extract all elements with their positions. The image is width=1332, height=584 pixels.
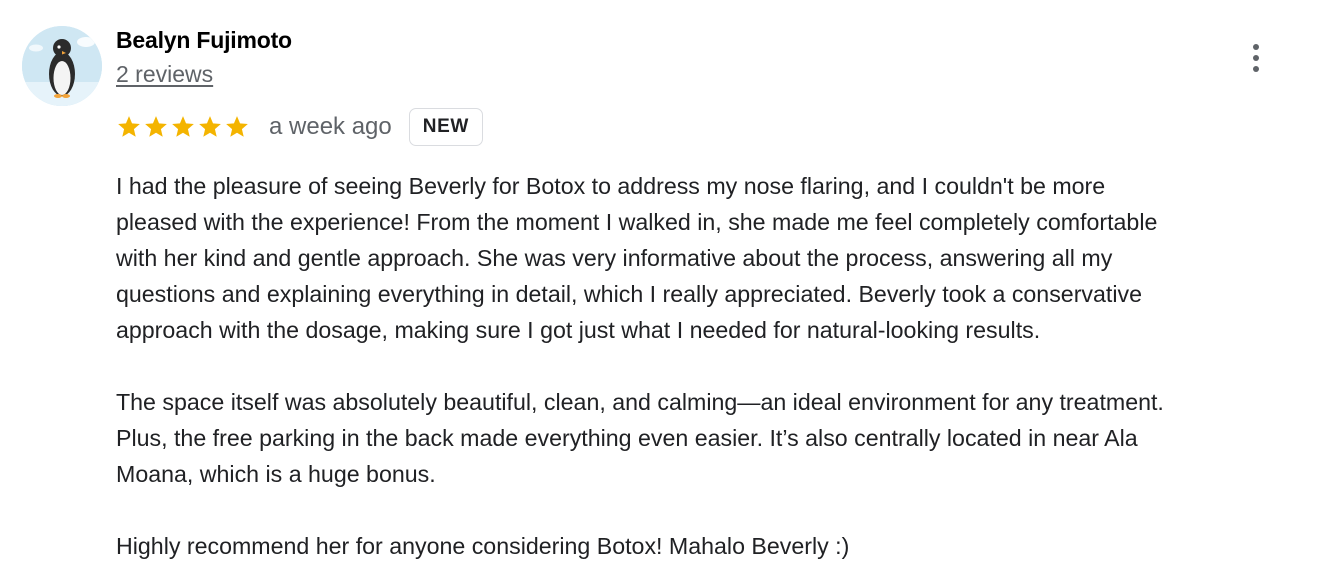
new-badge: NEW (408, 108, 483, 146)
reviewer-name[interactable]: Bealyn Fujimoto (116, 27, 292, 54)
reviewer-avatar[interactable] (22, 26, 102, 106)
star-rating (116, 114, 250, 140)
review-text: I had the pleasure of seeing Beverly for… (116, 168, 1316, 564)
review-date: a week ago (269, 113, 392, 140)
star-icon (118, 116, 140, 137)
rating-row: a week ago NEW (116, 106, 483, 148)
review-paragraph: Highly recommend her for anyone consider… (116, 533, 850, 559)
more-vert-icon (1253, 44, 1259, 50)
more-options-button[interactable] (1238, 38, 1274, 78)
penguin-avatar-icon (22, 26, 102, 106)
reviewer-review-count-link[interactable]: 2 reviews (116, 61, 213, 88)
star-icon (172, 116, 194, 137)
star-icon (199, 116, 221, 137)
more-vert-icon (1253, 66, 1259, 72)
review-paragraph: The space itself was absolutely beautifu… (116, 389, 1164, 487)
more-vert-icon (1253, 55, 1259, 61)
review-card: Bealyn Fujimoto 2 reviews a week ago NEW… (0, 0, 1332, 584)
review-paragraph: I had the pleasure of seeing Beverly for… (116, 173, 1158, 343)
star-icon (145, 116, 167, 137)
star-icon (226, 116, 248, 137)
